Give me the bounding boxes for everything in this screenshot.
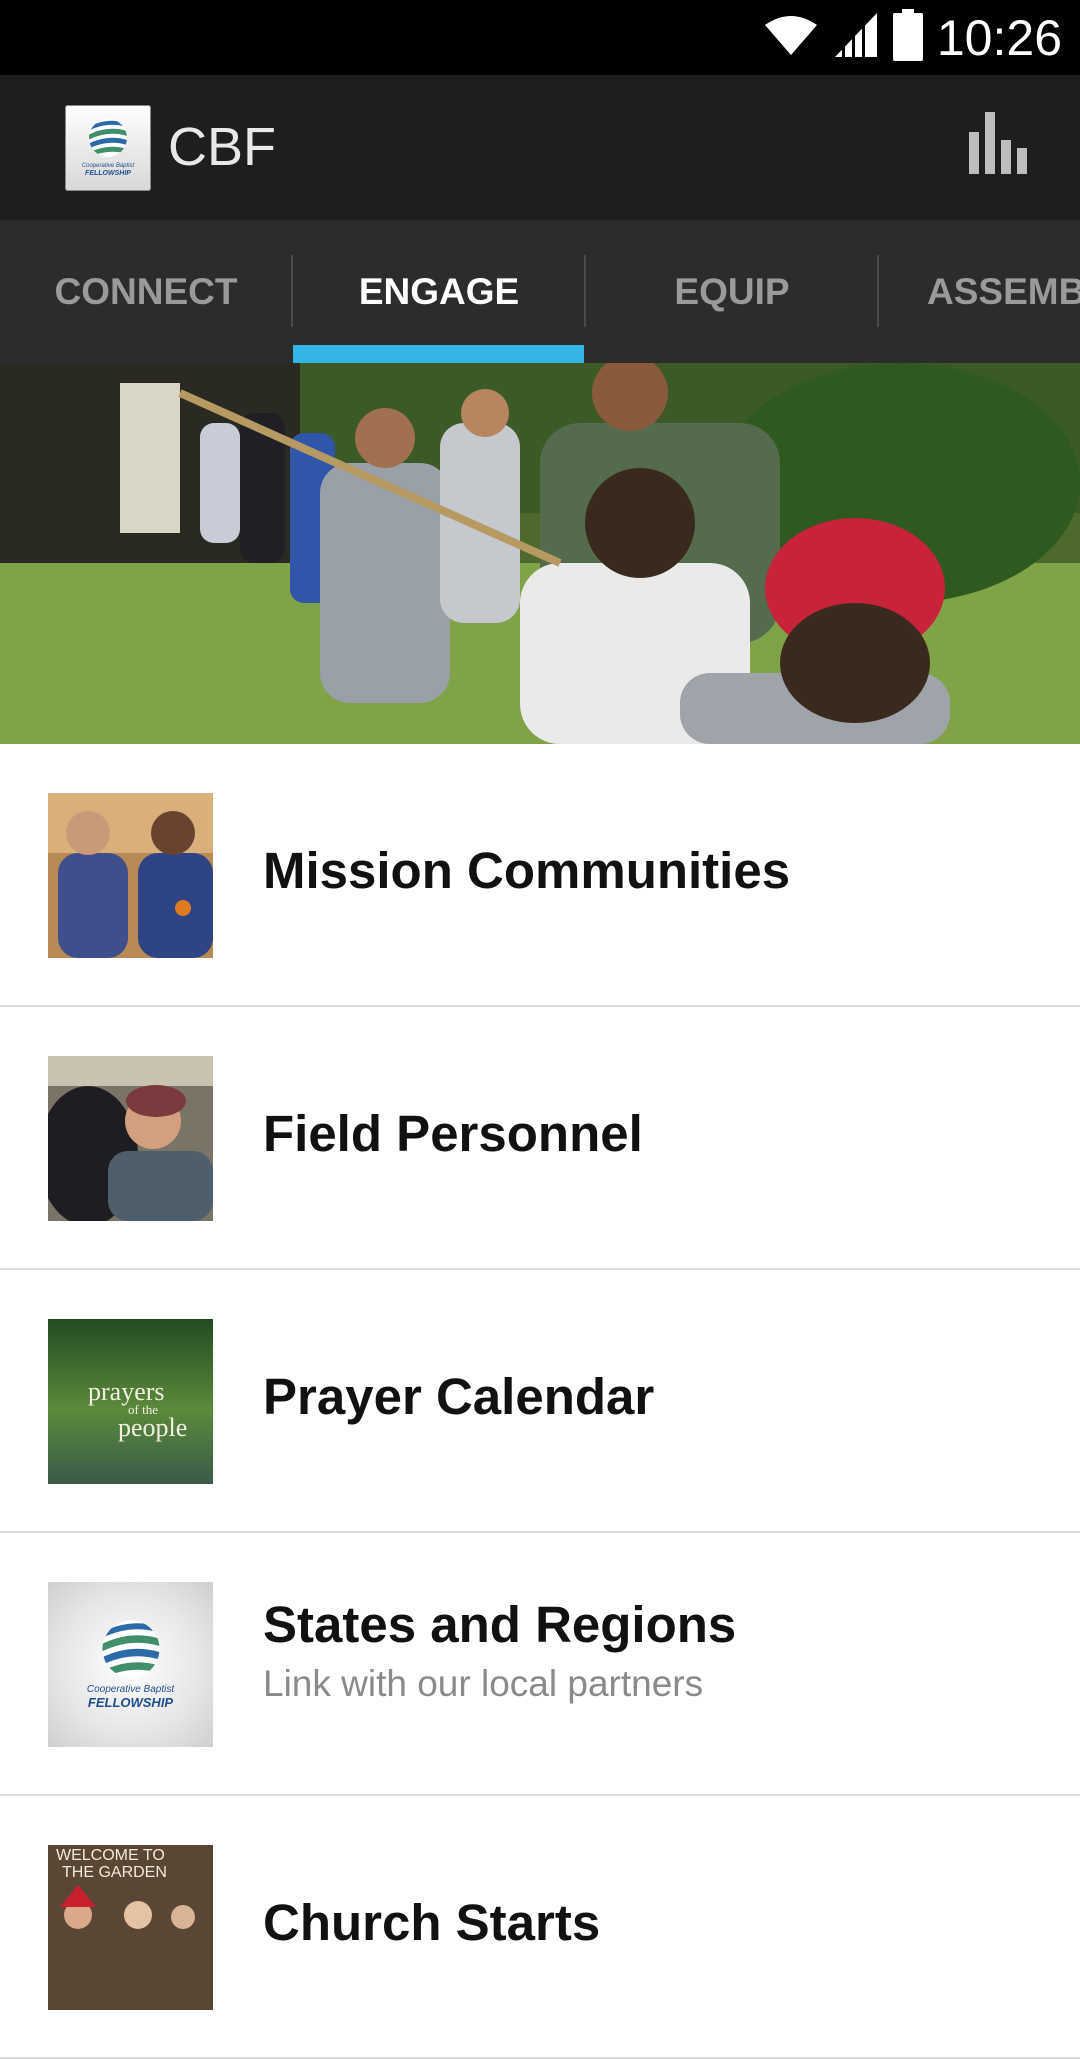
prayer-thumb-text: people <box>118 1413 188 1442</box>
tab-bar: CONNECT ENGAGE EQUIP ASSEMB <box>0 220 1080 363</box>
list-item-title: Prayer Calendar <box>263 1368 655 1425</box>
tab-equip[interactable]: EQUIP <box>586 220 878 363</box>
status-time: 10:26 <box>936 9 1062 66</box>
list-item-church-starts[interactable]: WELCOME TO THE GARDEN Church Starts <box>0 1796 1080 2059</box>
engage-list: Mission Communities Field Personnel pray… <box>0 744 1080 2059</box>
tab-indicator <box>293 345 584 363</box>
prayer-calendar-photo: prayers of the people <box>48 1319 213 1484</box>
list-item-title: Field Personnel <box>263 1105 643 1162</box>
list-item-title: Church Starts <box>263 1894 601 1951</box>
prayer-thumb-text: prayers <box>88 1377 165 1406</box>
logo-text-line2: FELLOWSHIP <box>87 1695 174 1710</box>
list-item-prayer-calendar[interactable]: prayers of the people Prayer Calendar <box>0 1270 1080 1533</box>
globe-logo-icon <box>98 1619 164 1684</box>
tab-assembly[interactable]: ASSEMB <box>879 220 1080 363</box>
status-icons: 10:26 <box>763 0 1062 75</box>
app-logo[interactable]: Cooperative Baptist FELLOWSHIP <box>65 105 151 191</box>
tab-connect[interactable]: CONNECT <box>0 220 292 363</box>
status-bar: 10:26 <box>0 0 1080 75</box>
tab-engage[interactable]: ENGAGE <box>293 220 585 363</box>
volunteers-tug-of-war-photo <box>0 363 1080 744</box>
app-title: CBF <box>168 117 276 177</box>
list-item-field-personnel[interactable]: Field Personnel <box>0 1007 1080 1270</box>
list-item-states-and-regions[interactable]: Cooperative Baptist FELLOWSHIP States an… <box>0 1533 1080 1796</box>
cbf-logo-thumb: Cooperative Baptist FELLOWSHIP <box>48 1582 213 1747</box>
list-item-mission-communities[interactable]: Mission Communities <box>0 744 1080 1007</box>
logo-text-line1: Cooperative Baptist <box>81 163 135 169</box>
signal-icon <box>833 11 879 64</box>
globe-logo-icon <box>86 118 130 163</box>
bar-chart-button[interactable] <box>966 112 1030 179</box>
list-item-title: Mission Communities <box>263 842 791 899</box>
mission-communities-photo <box>48 793 213 958</box>
app-bar: Cooperative Baptist FELLOWSHIP CBF <box>0 75 1080 220</box>
battery-icon <box>892 9 923 66</box>
bar-chart-icon <box>969 112 1027 179</box>
wifi-icon <box>763 13 819 62</box>
logo-text-line2: FELLOWSHIP <box>85 170 131 177</box>
list-item-subtitle: Link with our local partners <box>263 1663 704 1704</box>
church-starts-photo: WELCOME TO THE GARDEN <box>48 1845 213 2010</box>
field-personnel-photo <box>48 1056 213 1221</box>
list-item-title: States and Regions <box>263 1596 737 1653</box>
